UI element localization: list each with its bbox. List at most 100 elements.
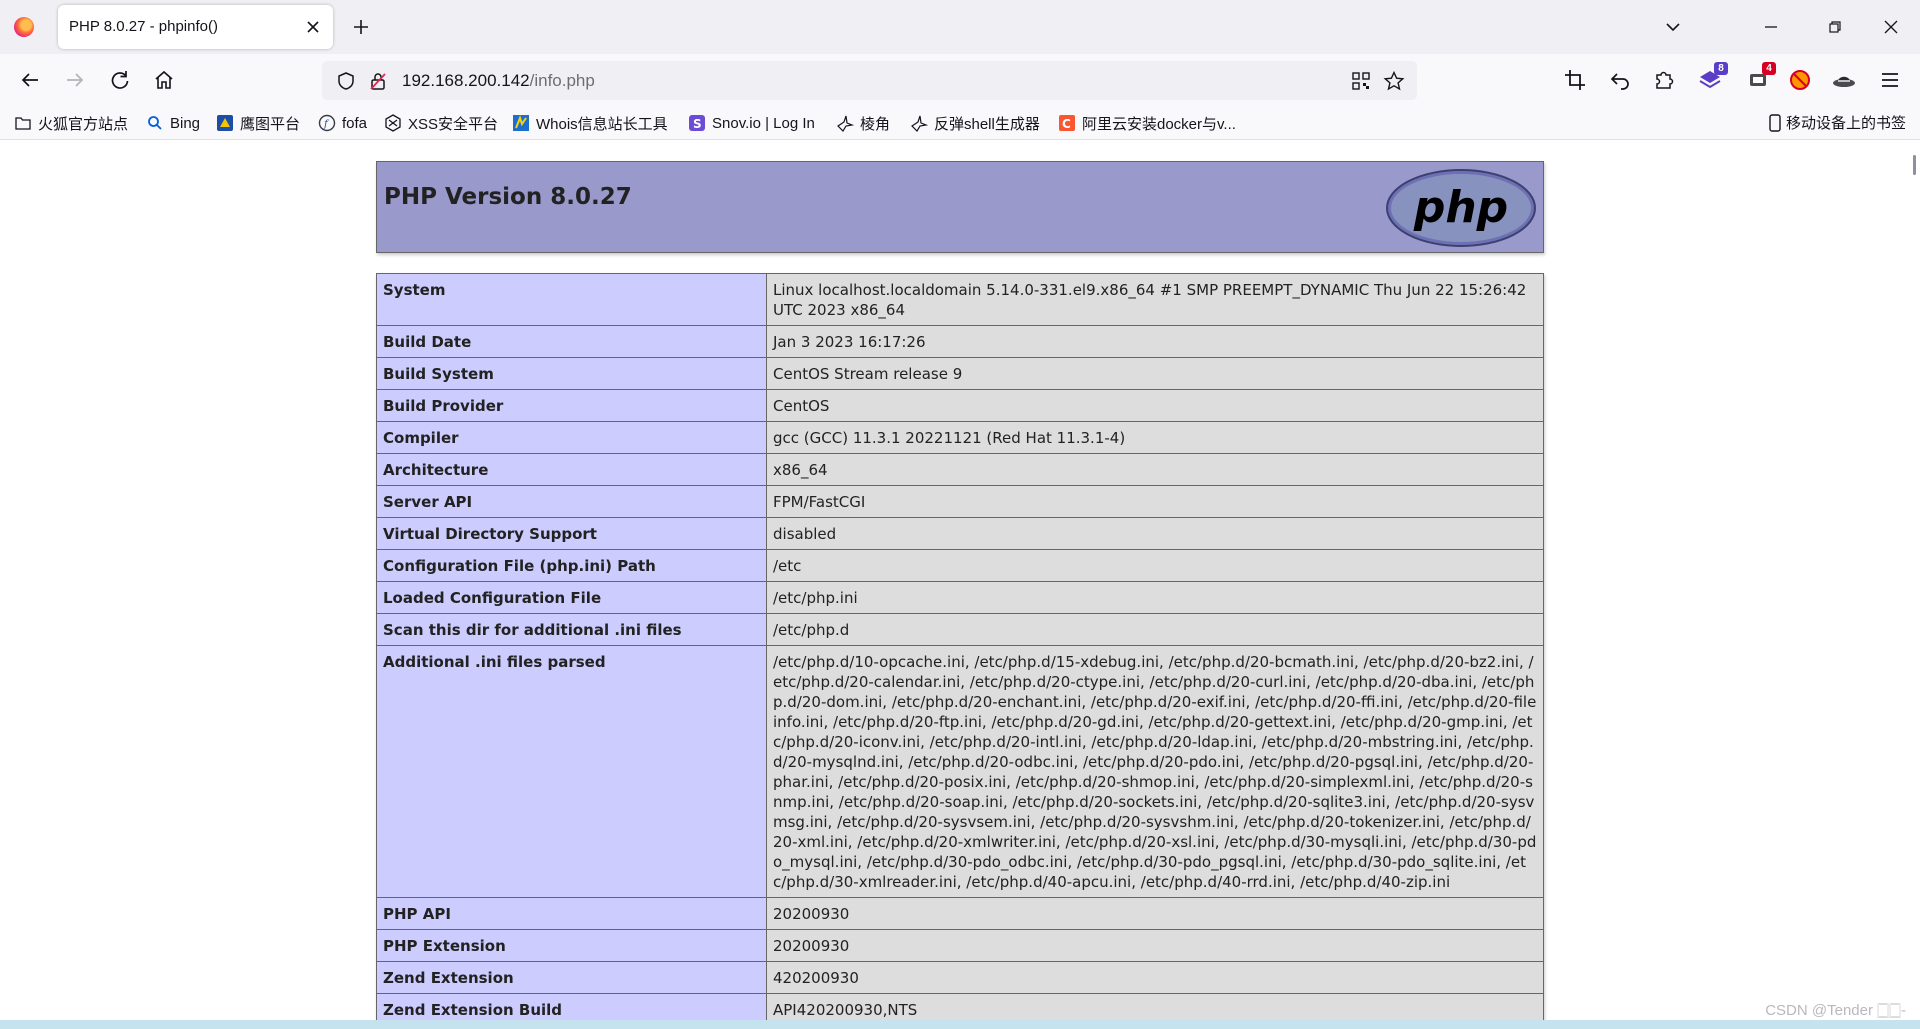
- search-icon: [148, 116, 162, 130]
- new-tab-plus-icon[interactable]: [348, 14, 374, 40]
- hat-extension-icon[interactable]: [1830, 66, 1858, 94]
- snov-icon: S: [689, 115, 705, 131]
- phpinfo-container: PHP Version 8.0.27 php System Linux local…: [376, 161, 1544, 1020]
- tracking-protection-shield-icon[interactable]: [336, 71, 356, 91]
- info-row: Zend Extension 420200930: [376, 961, 1544, 994]
- folder-icon: [15, 117, 31, 130]
- window-bottom-edge: [0, 1020, 1920, 1029]
- info-value: FPM/FastCGI: [766, 485, 1544, 518]
- php-info-table: System Linux localhost.localdomain 5.14.0…: [376, 273, 1544, 1020]
- info-row: Build Provider CentOS: [376, 389, 1544, 422]
- minimize-window-icon[interactable]: [1756, 12, 1786, 42]
- bookmark-item[interactable]: 反弹shell生成器: [910, 112, 1040, 134]
- extension-layers-button[interactable]: 8: [1696, 62, 1728, 94]
- info-key: Architecture: [376, 453, 767, 486]
- info-row: Virtual Directory Support disabled: [376, 517, 1544, 550]
- bookmark-label: 鹰图平台: [240, 115, 301, 133]
- php-version-header: PHP Version 8.0.27 php: [376, 161, 1544, 253]
- tab-title: PHP 8.0.27 - phpinfo(): [69, 18, 218, 35]
- svg-text:f: f: [323, 119, 330, 130]
- url-text[interactable]: 192.168.200.142/info.php: [402, 71, 595, 91]
- info-key: Zend Extension: [376, 961, 767, 994]
- info-value: /etc/php.d/10-opcache.ini, /etc/php.d/15…: [766, 645, 1544, 898]
- xss-icon: [385, 114, 401, 132]
- info-value: Linux localhost.localdomain 5.14.0-331.e…: [766, 273, 1544, 326]
- back-arrow-icon[interactable]: [16, 66, 44, 94]
- tab-strip: PHP 8.0.27 - phpinfo(): [0, 0, 1920, 54]
- info-row: PHP API 20200930: [376, 897, 1544, 930]
- bookmark-item[interactable]: C 阿里云安装docker与v...: [1058, 112, 1236, 134]
- bookmark-item[interactable]: Whois信息站长工具: [512, 112, 668, 134]
- bookmark-label: Bing: [170, 114, 201, 132]
- restore-window-icon[interactable]: [1820, 12, 1850, 42]
- info-row: Zend Extension Build API420200930,NTS: [376, 993, 1544, 1020]
- list-all-tabs-chevron-icon[interactable]: [1662, 16, 1684, 38]
- info-value: API420200930,NTS: [766, 993, 1544, 1020]
- info-value: 420200930: [766, 961, 1544, 994]
- bookmark-label: 反弹shell生成器: [934, 115, 1040, 133]
- bookmark-item[interactable]: XSS安全平台: [384, 112, 498, 134]
- bookmark-label: Whois信息站长工具: [536, 115, 668, 133]
- forward-arrow-icon[interactable]: [61, 66, 89, 94]
- bookmark-star-icon[interactable]: [1383, 70, 1405, 92]
- info-value: gcc (GCC) 11.3.1 20221121 (Red Hat 11.3.…: [766, 421, 1544, 454]
- php-version-title: PHP Version 8.0.27: [384, 184, 632, 210]
- url-bar[interactable]: 192.168.200.142/info.php: [322, 61, 1417, 100]
- info-value: 20200930: [766, 929, 1544, 962]
- screenshot-crop-icon[interactable]: [1561, 66, 1589, 94]
- info-value: Jan 3 2023 16:17:26: [766, 325, 1544, 358]
- reload-icon[interactable]: [106, 66, 134, 94]
- url-host: 192.168.200.142: [402, 71, 530, 90]
- mobile-device-icon: [1769, 113, 1781, 132]
- mobile-bookmarks-folder[interactable]: 移动设备上的书签: [1768, 112, 1906, 133]
- url-path: /info.php: [529, 71, 595, 90]
- svg-text:S: S: [693, 117, 702, 131]
- bookmark-item[interactable]: 棱角: [836, 112, 890, 134]
- bookmark-item[interactable]: 鹰图平台: [216, 112, 300, 134]
- blocked-extension-icon[interactable]: [1786, 66, 1814, 94]
- info-row: Build System CentOS Stream release 9: [376, 357, 1544, 390]
- info-value: CentOS: [766, 389, 1544, 422]
- extension-badge-count: 8: [1714, 62, 1728, 75]
- info-row: PHP Extension 20200930: [376, 929, 1544, 962]
- close-tab-icon[interactable]: [303, 17, 323, 37]
- csdn-watermark: CSDN @Tender 🀆🀆-: [1765, 1002, 1906, 1019]
- qr-code-icon[interactable]: [1351, 71, 1371, 91]
- info-key: Server API: [376, 485, 767, 518]
- firefox-logo-icon[interactable]: [14, 17, 34, 37]
- info-value: /etc/php.d: [766, 613, 1544, 646]
- bird-icon: [911, 115, 928, 132]
- info-key: Build System: [376, 357, 767, 390]
- scrollbar-thumb[interactable]: [1913, 155, 1916, 175]
- info-row: Compiler gcc (GCC) 11.3.1 20221121 (Red H…: [376, 421, 1544, 454]
- bookmark-item[interactable]: Bing: [146, 112, 200, 134]
- undo-close-tab-icon[interactable]: [1606, 66, 1634, 94]
- info-value: disabled: [766, 517, 1544, 550]
- info-row: Server API FPM/FastCGI: [376, 485, 1544, 518]
- info-row: Additional .ini files parsed/etc/php.d/1…: [376, 645, 1544, 898]
- bookmark-label: 火狐官方站点: [38, 115, 129, 133]
- svg-text:C: C: [1062, 117, 1071, 131]
- bookmark-item[interactable]: 火狐官方站点: [14, 112, 128, 134]
- bookmark-item[interactable]: S Snov.io | Log In: [688, 112, 815, 134]
- info-value: /etc: [766, 549, 1544, 582]
- close-window-icon[interactable]: [1876, 12, 1906, 42]
- home-icon[interactable]: [150, 66, 178, 94]
- info-value: CentOS Stream release 9: [766, 357, 1544, 390]
- info-row: Loaded Configuration File/etc/php.ini: [376, 581, 1544, 614]
- extension-monitor-button[interactable]: 4: [1744, 62, 1776, 94]
- bookmark-item[interactable]: f fofa: [318, 112, 367, 134]
- insecure-lock-icon[interactable]: [368, 71, 388, 91]
- info-value: x86_64: [766, 453, 1544, 486]
- info-row: System Linux localhost.localdomain 5.14.0…: [376, 273, 1544, 326]
- mobile-bookmarks-label: 移动设备上的书签: [1785, 115, 1906, 132]
- extension-badge-count: 4: [1762, 62, 1776, 75]
- bookmarks-toolbar: 火狐官方站点 Bing 鹰图平台 f fofa XSS安全平台 Whois信息站…: [0, 106, 1920, 140]
- bookmark-label: 阿里云安装docker与v...: [1082, 115, 1236, 133]
- extensions-puzzle-icon[interactable]: [1650, 66, 1678, 94]
- info-row: Architecture x86_64: [376, 453, 1544, 486]
- hamburger-menu-icon[interactable]: [1876, 66, 1904, 94]
- info-key: PHP API: [376, 897, 767, 930]
- tab-active[interactable]: PHP 8.0.27 - phpinfo(): [58, 5, 333, 49]
- php-logo[interactable]: php: [1385, 168, 1537, 248]
